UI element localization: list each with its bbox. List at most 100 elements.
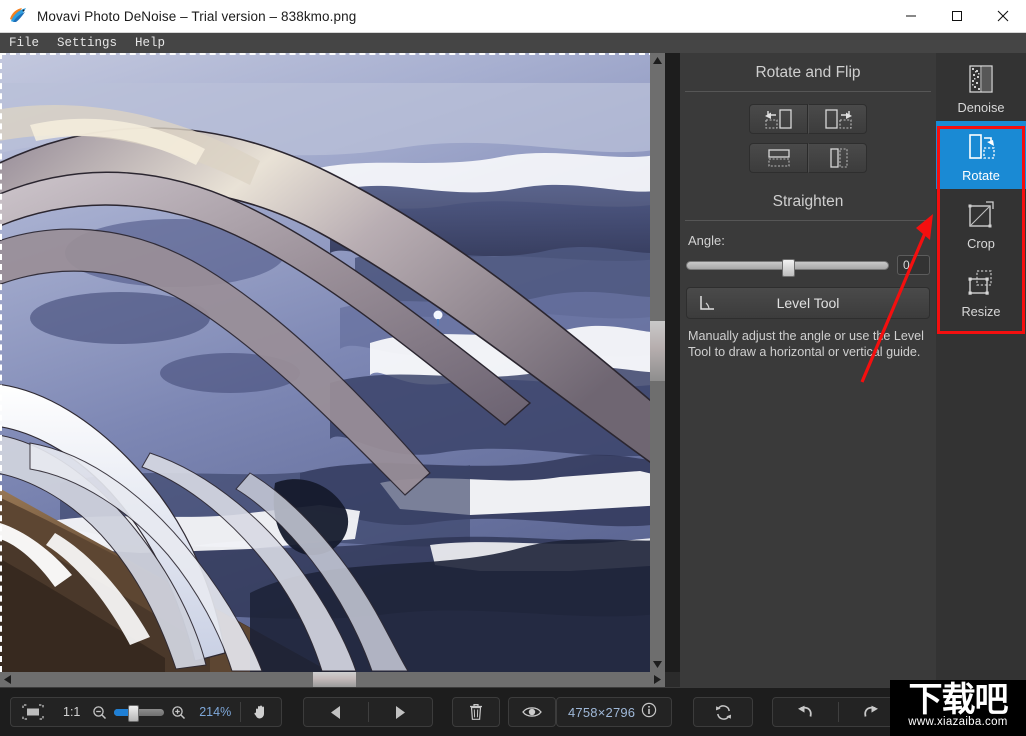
trash-icon xyxy=(470,704,482,720)
straighten-help-text: Manually adjust the angle or use the Lev… xyxy=(688,329,924,359)
reset-button[interactable] xyxy=(703,698,744,726)
tool-denoise[interactable]: Denoise xyxy=(936,53,1026,121)
resize-icon xyxy=(968,270,992,295)
zoom-in-icon xyxy=(172,705,186,719)
rotate-right-button[interactable] xyxy=(808,104,867,134)
vertical-scrollbar-thumb[interactable] xyxy=(650,321,665,381)
crop-icon xyxy=(968,201,994,228)
menu-file[interactable]: File xyxy=(0,33,48,53)
info-icon xyxy=(642,702,657,717)
fit-to-screen-button[interactable] xyxy=(11,698,55,726)
angle-slider-row: 0 xyxy=(680,255,936,277)
tool-resize[interactable]: Resize xyxy=(936,257,1026,325)
scroll-down-arrow-icon[interactable] xyxy=(650,657,665,672)
flip-buttons-row xyxy=(680,143,936,173)
level-tool-icon xyxy=(697,293,717,316)
navigation-group xyxy=(303,697,433,727)
fit-screen-icon xyxy=(22,704,44,720)
history-group xyxy=(772,697,904,727)
application-window: Movavi Photo DeNoise – Trial version – 8… xyxy=(0,0,1026,736)
flip-vertical-button[interactable] xyxy=(749,143,808,173)
level-tool-label: Level Tool xyxy=(776,295,840,311)
menu-bar: File Settings Help xyxy=(0,33,1026,53)
watermark-url: www.xiazaiba.com xyxy=(908,716,1008,728)
window-title: Movavi Photo DeNoise – Trial version – 8… xyxy=(37,8,357,24)
zoom-ratio-label[interactable]: 1:1 xyxy=(55,705,88,719)
tool-denoise-label: Denoise xyxy=(957,100,1005,115)
watermark: 下载吧 www.xiazaiba.com xyxy=(890,680,1026,736)
image-dimensions-label: 4758×2796 xyxy=(568,704,636,720)
redo-icon xyxy=(863,705,878,717)
info-button[interactable] xyxy=(641,702,657,723)
zoom-out-button[interactable] xyxy=(88,698,111,726)
next-image-button[interactable] xyxy=(368,698,432,726)
rotate-left-button[interactable] xyxy=(749,104,808,134)
rotate-flip-section-title: Rotate and Flip xyxy=(755,64,861,81)
previous-image-button[interactable] xyxy=(304,698,368,726)
menu-settings[interactable]: Settings xyxy=(48,33,126,53)
previous-icon xyxy=(330,705,340,719)
rotate-left-icon xyxy=(764,109,792,129)
rotate-icon xyxy=(969,134,995,159)
window-controls xyxy=(888,0,1026,32)
zoom-in-button[interactable] xyxy=(167,698,190,726)
tool-rotate-label: Rotate xyxy=(962,168,1000,183)
level-tool-button[interactable]: Level Tool xyxy=(686,287,930,319)
denoise-icon xyxy=(969,65,993,93)
scroll-left-arrow-icon[interactable] xyxy=(0,672,15,687)
tool-crop[interactable]: Crop xyxy=(936,189,1026,257)
compare-group xyxy=(508,697,556,727)
flip-vertical-icon xyxy=(767,149,790,167)
angle-label: Angle: xyxy=(688,233,725,248)
reset-icon xyxy=(715,704,731,720)
zoom-percent-label: 214% xyxy=(199,705,232,719)
scrollbar-corner xyxy=(665,672,680,687)
rotate-buttons-row xyxy=(680,104,936,134)
flip-horizontal-button[interactable] xyxy=(808,143,867,173)
scroll-right-arrow-icon[interactable] xyxy=(650,672,665,687)
minimize-button[interactable] xyxy=(888,0,934,32)
eye-icon xyxy=(522,707,542,717)
divider-2 xyxy=(685,220,931,221)
close-button[interactable] xyxy=(980,0,1026,32)
image-viewport[interactable] xyxy=(0,53,665,672)
watermark-logo: 下载吧 xyxy=(908,681,1009,719)
menu-help[interactable]: Help xyxy=(126,33,174,53)
delete-button[interactable] xyxy=(457,698,495,726)
title-bar: Movavi Photo DeNoise – Trial version – 8… xyxy=(0,0,1026,33)
next-icon xyxy=(396,705,406,719)
tool-resize-label: Resize xyxy=(961,304,1001,319)
delete-group xyxy=(452,697,500,727)
straighten-section-title: Straighten xyxy=(772,193,844,210)
photo-preview xyxy=(0,53,665,672)
angle-slider-thumb[interactable] xyxy=(782,258,796,277)
angle-value-field[interactable]: 0 xyxy=(897,255,930,275)
tool-rotate[interactable]: Rotate xyxy=(936,121,1026,189)
canvas-area xyxy=(0,53,680,687)
zoom-slider-thumb[interactable] xyxy=(128,704,140,722)
vertical-scrollbar[interactable] xyxy=(650,53,665,672)
hand-icon xyxy=(254,705,264,719)
bottom-toolbar: 1:1 214% 4758×2796 xyxy=(0,687,1026,736)
zoom-group: 1:1 214% xyxy=(10,697,282,727)
dimensions-group: 4758×2796 xyxy=(556,697,672,727)
zoom-out-icon xyxy=(93,705,107,719)
hand-tool-button[interactable] xyxy=(241,698,281,726)
divider xyxy=(685,91,931,92)
tool-rail: Denoise Rotate Crop Resize xyxy=(936,53,1026,687)
undo-icon xyxy=(798,705,813,717)
compare-button[interactable] xyxy=(511,698,553,726)
scroll-up-arrow-icon[interactable] xyxy=(650,53,665,68)
rotate-right-icon xyxy=(824,109,852,129)
tool-crop-label: Crop xyxy=(967,236,995,251)
horizontal-scrollbar-thumb[interactable] xyxy=(313,672,356,687)
settings-panel: Rotate and Flip Straighten Angle: 0 Leve… xyxy=(680,53,936,687)
undo-button[interactable] xyxy=(773,698,838,726)
horizontal-scrollbar[interactable] xyxy=(0,672,665,687)
maximize-button[interactable] xyxy=(934,0,980,32)
angle-slider[interactable] xyxy=(686,258,889,277)
app-logo-icon xyxy=(7,5,29,27)
reset-group xyxy=(693,697,753,727)
flip-horizontal-icon xyxy=(829,148,848,168)
zoom-slider[interactable] xyxy=(114,704,165,722)
